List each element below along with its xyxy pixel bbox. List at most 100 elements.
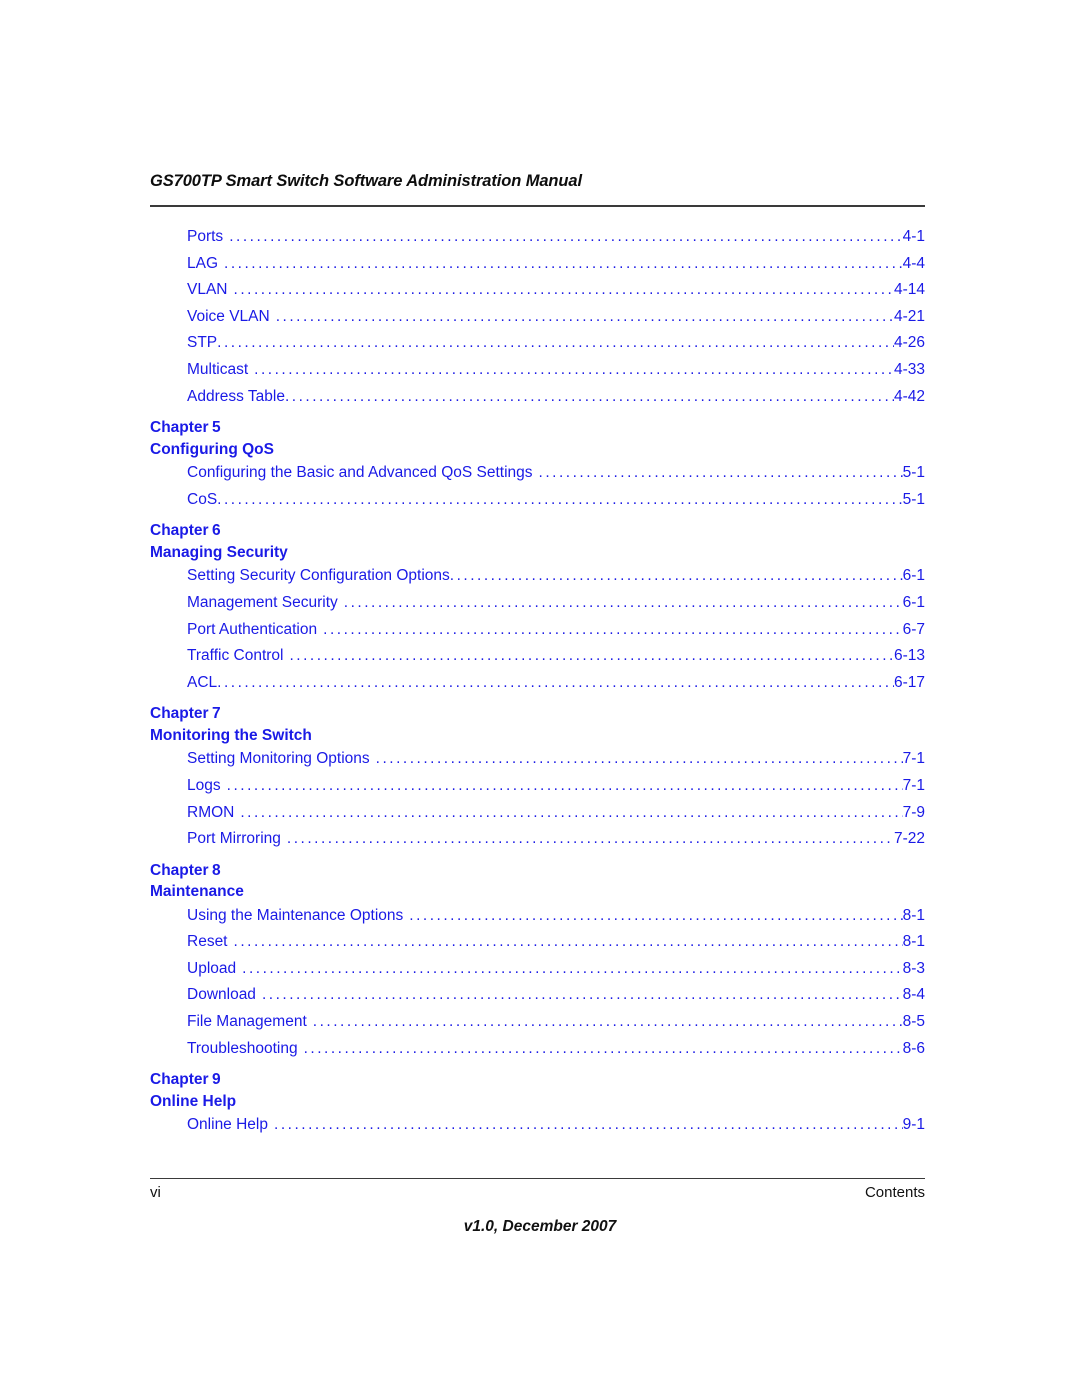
- toc-entry-title: CoS: [187, 490, 218, 508]
- toc-entry-title: STP: [187, 334, 218, 352]
- toc-leader-dots: [539, 464, 903, 480]
- footer-page-number: vi: [150, 1184, 161, 1201]
- toc-entry[interactable]: CoS 5-1: [187, 491, 925, 518]
- toc-leader-dots: [287, 830, 894, 846]
- toc-entry[interactable]: Troubleshooting 8-6: [187, 1040, 925, 1067]
- toc-entry-title: Reset: [187, 933, 228, 951]
- toc-leader-dots: [217, 491, 902, 507]
- toc-entry[interactable]: Port Authentication 6-7: [187, 621, 925, 648]
- chapter-title: Online Help: [150, 1092, 237, 1110]
- toc-entry[interactable]: LAG 4-4: [187, 255, 925, 282]
- toc-entry[interactable]: Ports 4-1: [187, 228, 925, 255]
- chapter-heading[interactable]: Chapter 7 Monitoring the Switch: [150, 703, 925, 746]
- toc-entry-page-number: 8-1: [902, 933, 925, 951]
- toc-leader-dots: [323, 621, 902, 637]
- toc-entry[interactable]: Reset 8-1: [187, 933, 925, 960]
- toc-leader-dots: [376, 750, 903, 766]
- toc-leader-dots: [313, 1013, 903, 1029]
- toc-entry-title: Setting Monitoring Options: [187, 750, 370, 768]
- toc-entry[interactable]: ACL 6-17: [187, 674, 925, 701]
- toc-entry-page-number: 5-1: [902, 464, 925, 482]
- toc-leader-dots: [227, 777, 903, 793]
- toc-leader-dots: [274, 1116, 903, 1132]
- toc-leader-dots: [276, 308, 894, 324]
- toc-entry-title: Download: [187, 986, 256, 1004]
- toc-leader-dots: [217, 334, 894, 350]
- chapter-number-line: Chapter 9: [150, 1069, 925, 1091]
- toc-entry[interactable]: Setting Monitoring Options 7-1: [187, 750, 925, 777]
- toc-entry[interactable]: Download 8-4: [187, 986, 925, 1013]
- toc-entry[interactable]: Configuring the Basic and Advanced QoS S…: [187, 464, 925, 491]
- toc-entry-page-number: 6-1: [902, 567, 925, 585]
- toc-entry[interactable]: Logs 7-1: [187, 777, 925, 804]
- toc-entry-page-number: 4-33: [893, 360, 925, 378]
- chapter-number-line: Chapter 5: [150, 417, 925, 439]
- header-divider: [150, 205, 925, 207]
- header-title: GS700TP Smart Switch Software Administra…: [150, 172, 582, 190]
- chapter-number-line: Chapter 7: [150, 703, 925, 725]
- footer-divider: [150, 1178, 925, 1179]
- toc-entry-title: Port Mirroring: [187, 830, 281, 848]
- chapter-title: Monitoring the Switch: [150, 726, 312, 744]
- toc-entry[interactable]: File Management 8-5: [187, 1013, 925, 1040]
- toc-entry-title: VLAN: [187, 281, 228, 299]
- chapter-heading[interactable]: Chapter 8 Maintenance: [150, 860, 925, 903]
- toc-leader-dots: [234, 281, 894, 297]
- chapter-heading[interactable]: Chapter 6 Managing Security: [150, 520, 925, 563]
- toc-entry-page-number: 8-4: [902, 986, 925, 1004]
- table-of-contents: Ports 4-1 LAG 4-4 VLAN 4-14 Voice VLAN 4-21 STP 4…: [150, 228, 925, 1143]
- toc-entry-title: Port Authentication: [187, 620, 318, 638]
- toc-leader-dots: [344, 594, 903, 610]
- toc-entry[interactable]: Online Help 9-1: [187, 1116, 925, 1143]
- chapter-label: Chapter: [150, 861, 209, 879]
- chapter-number: 7: [212, 705, 221, 723]
- toc-entry-title: Setting Security Configuration Options: [187, 567, 450, 585]
- chapter-label: Chapter: [150, 1071, 209, 1089]
- chapter-number-line: Chapter 6: [150, 520, 925, 542]
- toc-entry[interactable]: STP 4-26: [187, 334, 925, 361]
- chapter-title: Configuring QoS: [150, 440, 274, 458]
- toc-entry-page-number: 9-1: [902, 1116, 925, 1134]
- toc-entry-page-number: 4-42: [893, 387, 925, 405]
- toc-entry[interactable]: Address Table 4-42: [187, 388, 925, 415]
- chapter-title: Managing Security: [150, 543, 288, 561]
- toc-leader-dots: [240, 804, 902, 820]
- toc-entry[interactable]: Voice VLAN 4-21: [187, 308, 925, 335]
- toc-entry-title: RMON: [187, 803, 235, 821]
- toc-entry-title: File Management: [187, 1013, 307, 1031]
- toc-entry-title: LAG: [187, 254, 219, 272]
- toc-entry[interactable]: Port Mirroring 7-22: [187, 830, 925, 857]
- chapter-number: 5: [212, 419, 221, 437]
- toc-entry[interactable]: Management Security 6-1: [187, 594, 925, 621]
- toc-entry-title: Multicast: [187, 360, 249, 378]
- toc-leader-dots: [285, 388, 894, 404]
- toc-entry-page-number: 6-1: [902, 593, 925, 611]
- chapter-label: Chapter: [150, 705, 209, 723]
- toc-entry[interactable]: Setting Security Configuration Options 6-…: [187, 567, 925, 594]
- toc-entry-title: Configuring the Basic and Advanced QoS S…: [187, 464, 533, 482]
- toc-leader-dots: [304, 1040, 903, 1056]
- footer: vi Contents: [150, 1184, 925, 1201]
- toc-entry[interactable]: Using the Maintenance Options 8-1: [187, 907, 925, 934]
- toc-entry[interactable]: Traffic Control 6-13: [187, 647, 925, 674]
- toc-entry[interactable]: Upload 8-3: [187, 960, 925, 987]
- toc-entry-page-number: 6-13: [893, 647, 925, 665]
- toc-entry-page-number: 7-1: [902, 750, 925, 768]
- toc-entry[interactable]: Multicast 4-33: [187, 361, 925, 388]
- toc-entry-page-number: 8-3: [902, 959, 925, 977]
- toc-entry[interactable]: RMON 7-9: [187, 804, 925, 831]
- chapter-label: Chapter: [150, 522, 209, 540]
- toc-entry-page-number: 4-1: [902, 228, 925, 245]
- toc-leader-dots: [224, 255, 903, 271]
- toc-entry-page-number: 6-7: [902, 620, 925, 638]
- toc-entry-page-number: 7-1: [902, 776, 925, 794]
- toc-leader-dots: [262, 986, 903, 1002]
- chapter-heading[interactable]: Chapter 9 Online Help: [150, 1069, 925, 1112]
- toc-entry-page-number: 4-26: [893, 334, 925, 352]
- chapter-number: 8: [212, 861, 221, 879]
- chapter-label: Chapter: [150, 419, 209, 437]
- toc-entry[interactable]: VLAN 4-14: [187, 281, 925, 308]
- chapter-heading[interactable]: Chapter 5 Configuring QoS: [150, 417, 925, 460]
- toc-leader-dots: [217, 674, 894, 690]
- toc-leader-dots: [409, 907, 902, 923]
